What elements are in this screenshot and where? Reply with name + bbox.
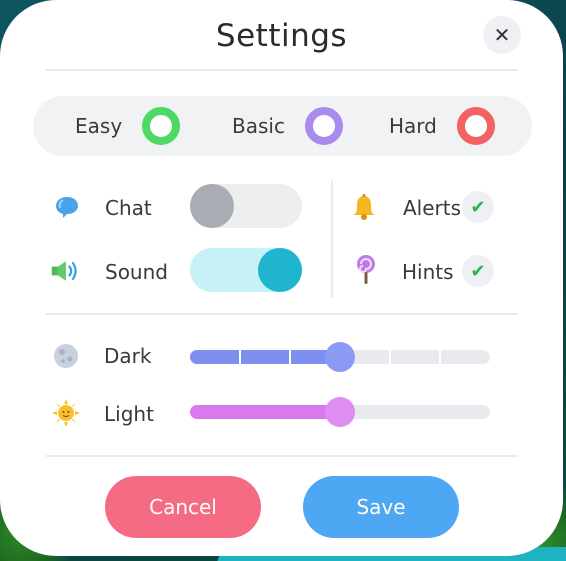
cancel-button-label: Cancel	[149, 495, 217, 519]
close-icon: ✕	[493, 23, 511, 47]
save-button-label: Save	[356, 495, 406, 519]
speech-bubble-icon	[52, 192, 82, 222]
divider-top	[46, 69, 518, 71]
dark-slider[interactable]	[190, 342, 490, 372]
alerts-label: Alerts	[403, 196, 462, 220]
checkmark-icon: ✔	[470, 196, 486, 218]
slider-segment-mark	[289, 350, 291, 364]
difficulty-label-easy: Easy	[75, 114, 123, 138]
chat-label: Chat	[105, 196, 152, 220]
hard-radio-icon	[456, 107, 495, 145]
cancel-button[interactable]: Cancel	[105, 476, 261, 538]
difficulty-label-basic: Basic	[232, 114, 285, 138]
settings-panel: Settings ✕ Easy Basic Hard Chat Sound Al…	[0, 0, 563, 556]
chat-toggle-knob	[190, 184, 234, 228]
dark-slider-thumb[interactable]	[325, 342, 355, 372]
divider-bottom	[46, 455, 518, 457]
light-label: Light	[104, 402, 154, 426]
slider-segment-mark	[239, 350, 241, 364]
light-slider-fill	[190, 405, 340, 419]
page-title: Settings	[215, 18, 348, 54]
difficulty-option-easy[interactable]: Easy	[75, 96, 181, 156]
close-button[interactable]: ✕	[483, 16, 521, 54]
slider-segment-mark	[389, 350, 391, 364]
dark-slider-fill	[190, 350, 340, 364]
checkmark-icon: ✔	[470, 260, 486, 282]
divider-middle	[46, 313, 518, 315]
light-slider-thumb[interactable]	[325, 397, 355, 427]
sound-label: Sound	[105, 260, 168, 284]
sound-toggle[interactable]	[190, 248, 302, 292]
save-button[interactable]: Save	[303, 476, 459, 538]
bell-icon	[349, 192, 379, 222]
slider-segment-mark	[439, 350, 441, 364]
difficulty-option-hard[interactable]: Hard	[389, 96, 495, 156]
vertical-divider	[331, 180, 333, 298]
lollipop-icon	[351, 254, 381, 284]
dark-label: Dark	[104, 344, 152, 368]
easy-radio-icon	[142, 107, 181, 145]
difficulty-selector: Easy Basic Hard	[33, 96, 532, 156]
alerts-checkbox[interactable]: ✔	[462, 191, 494, 223]
difficulty-label-hard: Hard	[389, 114, 437, 138]
moon-icon	[51, 341, 81, 371]
light-slider[interactable]	[190, 397, 490, 427]
hints-checkbox[interactable]: ✔	[462, 255, 494, 287]
sun-icon	[51, 398, 81, 428]
sound-toggle-knob	[258, 248, 302, 292]
difficulty-option-basic[interactable]: Basic	[232, 96, 343, 156]
chat-toggle[interactable]	[190, 184, 302, 228]
hints-label: Hints	[402, 260, 454, 284]
speaker-icon	[50, 256, 80, 286]
basic-radio-icon	[304, 107, 343, 145]
